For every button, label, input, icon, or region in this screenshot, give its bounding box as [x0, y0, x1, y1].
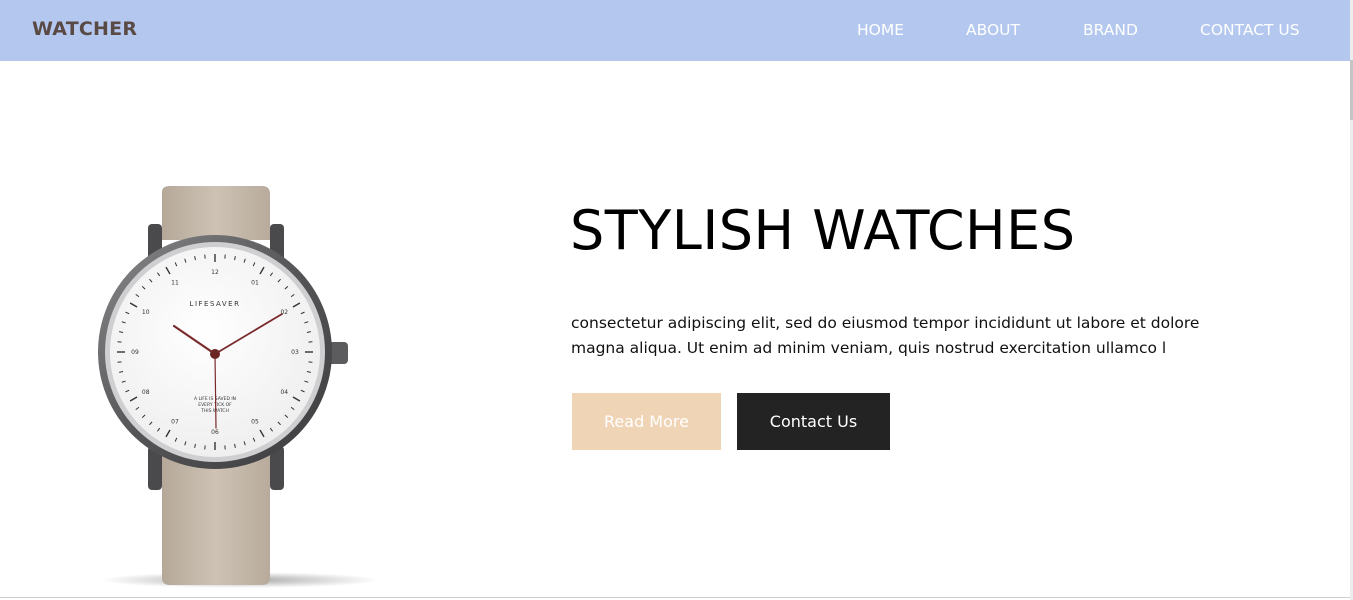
strap-top [162, 186, 270, 240]
nav-link-home[interactable]: HOME [857, 21, 904, 39]
strap-bottom [162, 450, 270, 585]
dial-number: 06 [211, 429, 219, 436]
center-pin [210, 349, 220, 359]
dial-number: 01 [251, 280, 259, 287]
nav-link-contact[interactable]: CONTACT US [1200, 21, 1300, 39]
dial-number: 07 [171, 418, 179, 425]
dial-brand-text: LIFESAVER [190, 300, 241, 308]
dial-tagline-3: THIS WATCH [200, 408, 229, 414]
dial-number: 09 [131, 349, 139, 356]
dial-number: 10 [142, 309, 150, 316]
dial-number: 11 [171, 280, 179, 287]
watch-image: 12 01 02 03 04 05 06 07 08 09 10 11 LIFESAVER A LIF… [90, 180, 470, 592]
navbar: WATCHER HOME ABOUT BRAND CONTACT US [0, 0, 1350, 61]
read-more-button[interactable]: Read More [572, 393, 721, 450]
dial-number: 04 [280, 389, 288, 396]
nav-link-about[interactable]: ABOUT [966, 21, 1020, 39]
nav-link-brand[interactable]: BRAND [1083, 21, 1138, 39]
hero-description: consectetur adipiscing elit, sed do eius… [571, 314, 1200, 357]
bottom-divider [0, 597, 1350, 598]
watch-illustration: 120102030405060708091011 LIFESAVER A LIF… [98, 186, 380, 588]
contact-us-button[interactable]: Contact Us [737, 393, 890, 450]
hero-title: STYLISH WATCHES [570, 199, 1076, 262]
dial-number: 05 [251, 418, 259, 425]
dial-number: 03 [291, 349, 299, 356]
dial-number: 12 [211, 269, 219, 276]
dial-number: 08 [142, 389, 150, 396]
brand-logo[interactable]: WATCHER [32, 18, 137, 40]
